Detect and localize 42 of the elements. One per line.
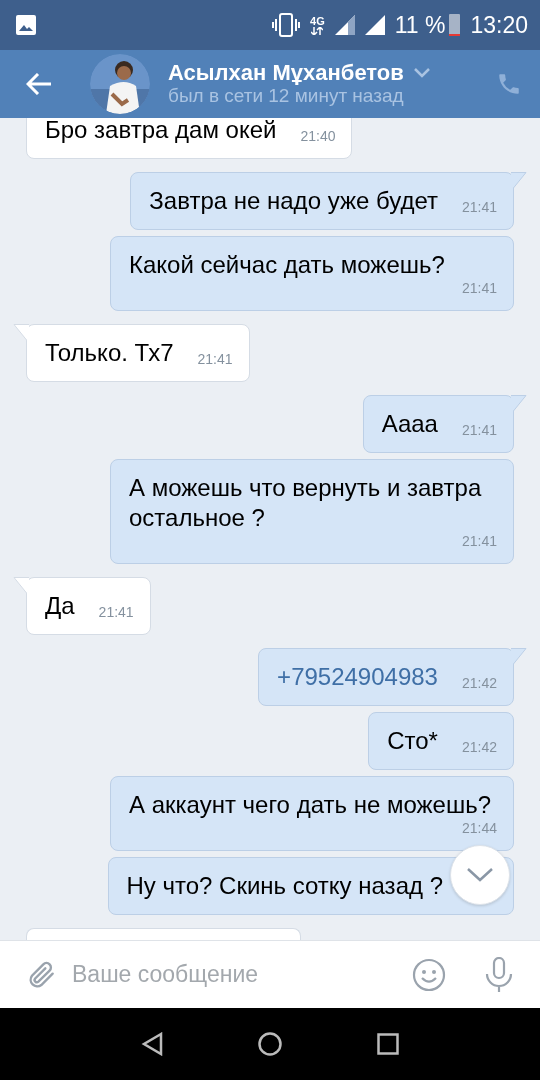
- message-text: Завтра не надо уже будет: [149, 186, 438, 216]
- battery-percent: 11 %: [394, 10, 446, 40]
- message-input[interactable]: Ваше сообщение: [58, 957, 412, 992]
- message-text: А аккаунт чего дать не можешь?: [129, 790, 491, 820]
- message-text: Какой сейчас дать можешь?: [129, 250, 445, 280]
- message-text: Только. Тх7: [45, 338, 174, 368]
- recents-nav-icon[interactable]: [377, 1033, 399, 1055]
- message-text: Да: [45, 591, 75, 621]
- network-type-label: 4G: [310, 15, 325, 27]
- message-time: 21:42: [461, 739, 497, 755]
- message-time: 21:41: [98, 604, 134, 620]
- home-nav-icon[interactable]: [258, 1032, 282, 1056]
- emoji-icon[interactable]: [412, 957, 446, 992]
- contact-name[interactable]: Асылхан Мұханбетов: [168, 60, 404, 85]
- message-time: 21:41: [461, 533, 497, 549]
- clock: 13:20: [470, 10, 528, 40]
- last-seen-status: был в сети 12 минут назад: [168, 84, 405, 108]
- message-time: 21:41: [461, 422, 497, 438]
- message-text: А можешь что вернуть и завтра остальное ?: [129, 473, 483, 533]
- message-text: Аааа: [381, 409, 438, 439]
- message-time: 21:41: [197, 351, 233, 367]
- back-icon[interactable]: [26, 73, 52, 95]
- phone-link[interactable]: +79524904983: [277, 662, 438, 692]
- message-time: 21:41: [461, 280, 497, 296]
- message-time: 21:40: [300, 128, 336, 144]
- message-text: Сто*: [387, 726, 438, 756]
- message-time: 21:42: [461, 675, 497, 691]
- chevron-down-icon: [467, 868, 493, 882]
- battery-icon: [449, 14, 461, 36]
- message-text: Бро завтра дам окей: [45, 118, 277, 145]
- signal-icon: [334, 15, 355, 35]
- signal-icon: [364, 15, 385, 35]
- message-time: 21:44: [461, 820, 497, 836]
- message-text: Ну что? Скинь сотку назад ?: [126, 871, 443, 901]
- gallery-icon: [16, 15, 36, 35]
- chevron-down-icon[interactable]: [413, 67, 430, 78]
- microphone-icon[interactable]: [484, 956, 514, 993]
- message-time: 21:41: [461, 199, 497, 215]
- back-nav-icon[interactable]: [141, 1032, 163, 1056]
- vibrate-icon: [272, 13, 301, 37]
- phone-icon[interactable]: [496, 71, 522, 97]
- data-arrows-icon: [311, 26, 324, 35]
